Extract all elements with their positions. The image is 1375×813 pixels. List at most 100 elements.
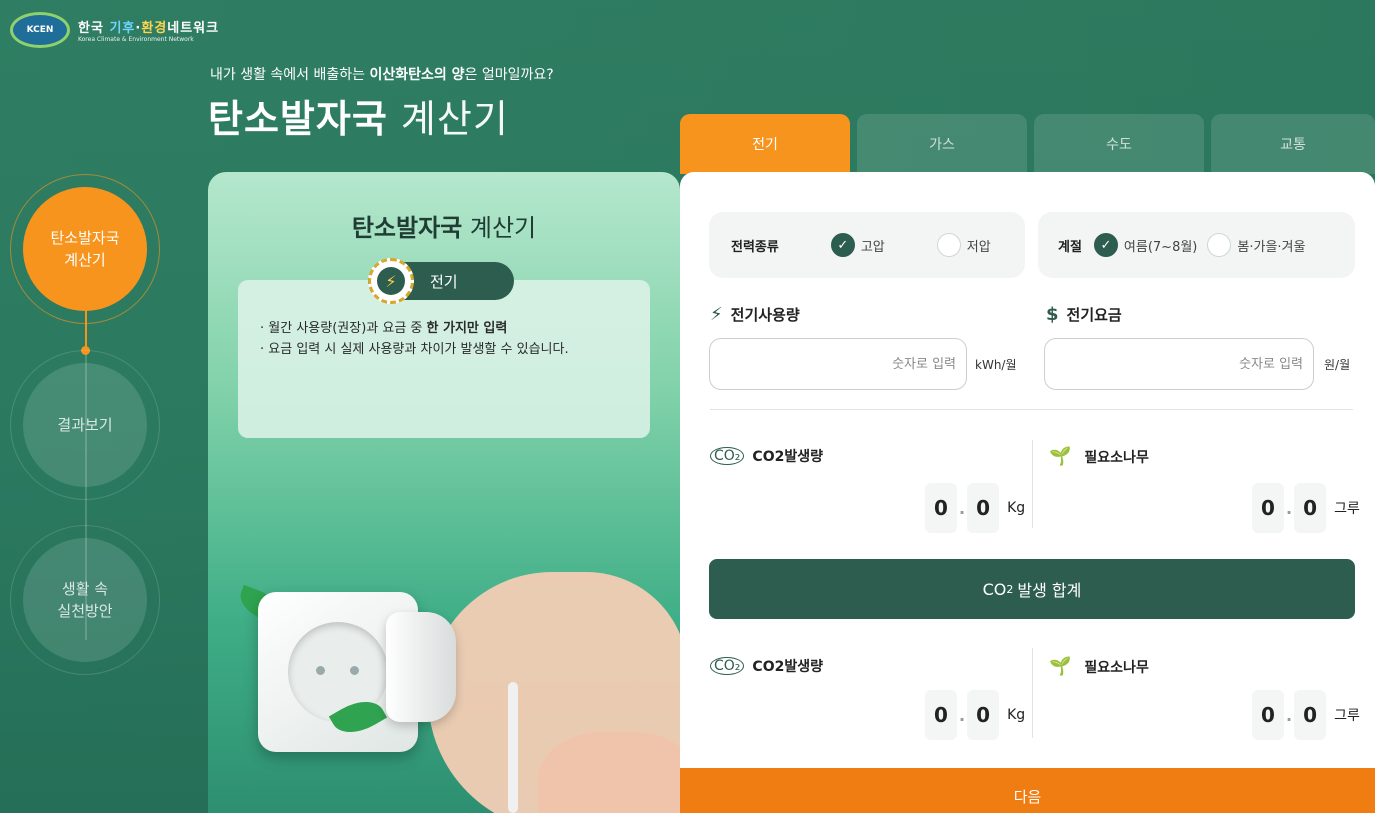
socket-pin-left — [316, 666, 325, 675]
step-calculator-line2: 계산기 — [64, 251, 106, 269]
total-co: CO — [982, 579, 1007, 599]
calculator-panel: 전력종류 ✓ 고압 저압 계절 ✓ 여름(7~8월) 봄·가을·겨울 ⚡ 전기사용량 … — [680, 172, 1375, 813]
tab-electricity[interactable]: 전기 — [680, 114, 850, 174]
hand-plug-icon: ⚡ — [710, 304, 723, 325]
tab-gas[interactable]: 가스 — [857, 114, 1027, 174]
fee-label: $ 전기요금 — [1046, 304, 1122, 325]
tree-icon: 🌱 — [1049, 446, 1072, 467]
info-line-1: · 월간 사용량(권장)과 요금 중 한 가지만 입력 — [260, 318, 580, 339]
logo-korean-1: 한국 — [78, 21, 104, 36]
vertical-divider — [1032, 440, 1033, 528]
total-tree-label: 🌱 필요소나무 — [1046, 656, 1149, 677]
power-type-label: 전력종류 — [731, 239, 779, 255]
total-tree-value: 0. 0 그루 — [1252, 690, 1360, 740]
total-tree-unit: 그루 — [1334, 708, 1360, 724]
step-results[interactable]: 결과보기 — [23, 363, 147, 487]
info-card: 탄소발자국 계산기 전기 ⚡ · 월간 사용량(권장)과 요금 중 한 가지만 … — [208, 172, 680, 813]
usage-input[interactable] — [709, 338, 967, 390]
co2-digit-int: 0 — [925, 483, 957, 533]
co2-icon: CO₂ — [710, 657, 745, 675]
season-other-label: 봄·가을·겨울 — [1237, 239, 1306, 255]
step-practice-line1: 생활 속 — [61, 580, 109, 598]
total-co2-unit: Kg — [1007, 707, 1026, 723]
tab-water[interactable]: 수도 — [1034, 114, 1204, 174]
usage-unit: kWh/월 — [975, 358, 1017, 372]
step-calculator-line1: 탄소발자국 — [50, 229, 120, 247]
season-other-radio[interactable]: 봄·가을·겨울 — [1207, 233, 1305, 257]
title-bold: 탄소발자국 — [208, 97, 388, 141]
usage-label: ⚡ 전기사용량 — [710, 304, 800, 325]
divider — [710, 409, 1353, 410]
total-tree-digit-dec: 0 — [1294, 690, 1327, 740]
info-line-1-pre: · 월간 사용량(권장)과 요금 중 — [260, 321, 427, 336]
total-tree-label-text: 필요소나무 — [1084, 659, 1149, 676]
total-co2-label: CO₂ CO2발생량 — [710, 656, 823, 676]
logo-korean-2: 기후 — [109, 21, 136, 36]
page-subtitle: 내가 생활 속에서 배출하는 이산화탄소의 양은 얼마일까요? — [210, 64, 554, 84]
total-sub: 2 — [1006, 582, 1014, 596]
tree-digit-dec: 0 — [1294, 483, 1327, 533]
tree-unit: 그루 — [1334, 501, 1360, 517]
logo-korean-4: 네트워크 — [167, 21, 220, 36]
fee-unit: 원/월 — [1324, 358, 1351, 372]
page-title: 탄소발자국 계산기 — [208, 88, 509, 143]
cable-illustration — [508, 682, 518, 813]
tab-transport[interactable]: 교통 — [1211, 114, 1375, 174]
info-line-1-bold: 한 가지만 입력 — [426, 321, 508, 336]
total-co2-label-text: CO2발생량 — [752, 659, 823, 675]
subtitle-post: 은 얼마일까요? — [464, 67, 554, 83]
season-summer-radio[interactable]: ✓ 여름(7~8월) — [1093, 233, 1197, 257]
check-icon: ✓ — [830, 233, 855, 257]
total-co2-digit-int: 0 — [925, 690, 957, 740]
step-practice[interactable]: 생활 속 실천방안 — [23, 538, 147, 662]
season-group: 계절 ✓ 여름(7~8월) 봄·가을·겨울 — [1038, 212, 1355, 278]
total-rest: 발생 합계 — [1017, 581, 1082, 600]
co2-label: CO₂ CO2발생량 — [710, 446, 823, 466]
power-low-label: 저압 — [966, 239, 991, 255]
plug-illustration — [386, 612, 456, 722]
lightning-icon: ⚡ — [368, 258, 414, 304]
co2-label-text: CO2발생량 — [752, 449, 823, 465]
info-card-title: 탄소발자국 계산기 — [208, 208, 680, 243]
subtitle-bold: 이산화탄소의 양 — [369, 67, 465, 83]
co2-value: 0. 0 Kg — [925, 483, 1025, 533]
logo-badge: KCEN — [10, 12, 70, 48]
info-card-title-light: 계산기 — [469, 214, 537, 242]
title-light: 계산기 — [400, 97, 509, 141]
step-calculator[interactable]: 탄소발자국계산기 — [23, 187, 147, 311]
logo-korean: 한국 기후·환경네트워크 — [78, 21, 220, 36]
decimal-point: . — [1286, 498, 1293, 518]
next-button[interactable]: 다음 — [680, 768, 1375, 813]
total-tree-digit-int: 0 — [1252, 690, 1284, 740]
radio-empty-icon — [1207, 233, 1232, 257]
season-label: 계절 — [1058, 239, 1082, 255]
vertical-divider — [1032, 648, 1033, 738]
tree-icon: 🌱 — [1049, 656, 1072, 677]
decimal-point: . — [959, 498, 966, 518]
logo-text: 한국 기후·환경네트워크 Korea Climate & Environment… — [78, 17, 219, 43]
co2-digit-dec: 0 — [967, 483, 1000, 533]
info-lines: · 월간 사용량(권장)과 요금 중 한 가지만 입력 · 요금 입력 시 실제… — [260, 318, 580, 360]
kcen-logo[interactable]: KCEN 한국 기후·환경네트워크 Korea Climate & Enviro… — [10, 12, 219, 48]
total-co2-value: 0. 0 Kg — [925, 690, 1025, 740]
power-type-group: 전력종류 ✓ 고압 저압 — [709, 212, 1025, 278]
arm-illustration — [538, 732, 680, 813]
fee-label-text: 전기요금 — [1066, 306, 1122, 324]
category-pill-label: 전기 — [430, 272, 458, 291]
info-card-title-bold: 탄소발자국 — [351, 214, 463, 242]
step-results-line1: 결과보기 — [57, 416, 113, 434]
tree-value: 0. 0 그루 — [1252, 483, 1360, 533]
logo-english: Korea Climate & Environment Network — [78, 36, 194, 43]
info-line-2: · 요금 입력 시 실제 사용량과 차이가 발생할 수 있습니다. — [260, 342, 569, 357]
fee-input[interactable] — [1044, 338, 1314, 390]
power-high-radio[interactable]: ✓ 고압 — [830, 233, 885, 257]
radio-empty-icon — [936, 233, 961, 257]
power-low-radio[interactable]: 저압 — [936, 233, 991, 257]
tree-label: 🌱 필요소나무 — [1046, 446, 1149, 467]
power-high-label: 고압 — [860, 239, 885, 255]
decimal-point: . — [959, 705, 966, 725]
logo-korean-3: 환경 — [141, 21, 168, 36]
socket-pin-right — [350, 666, 359, 675]
co2-total-bar: CO 2 발생 합계 — [709, 559, 1355, 619]
co2-unit: Kg — [1007, 500, 1026, 516]
